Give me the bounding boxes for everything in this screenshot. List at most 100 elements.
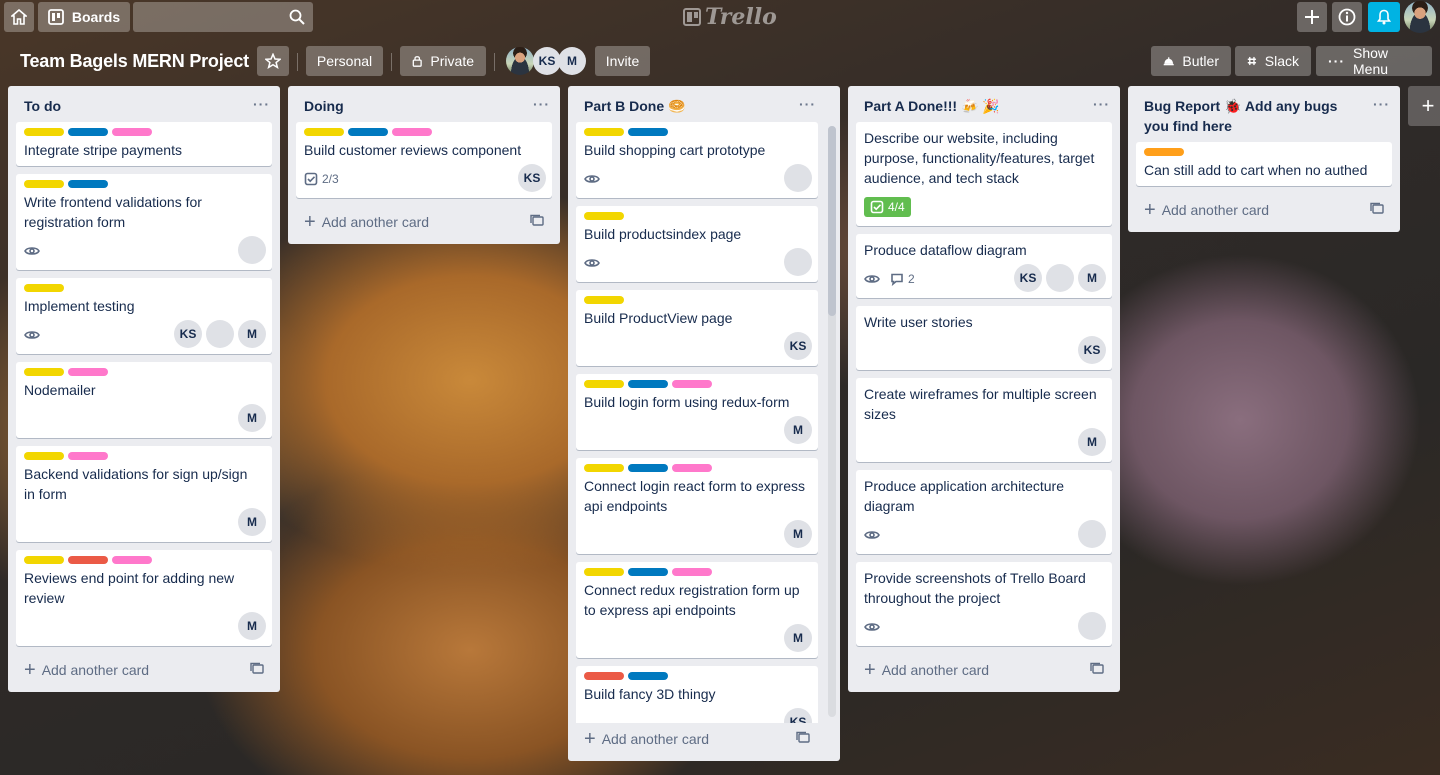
trello-logo[interactable]: Trello (683, 4, 777, 30)
label-red[interactable] (68, 556, 108, 564)
list-title[interactable]: Doing (304, 96, 352, 116)
add-card-link[interactable]: + Add another card (304, 212, 429, 232)
member-avatar-ks[interactable]: KS (784, 332, 812, 360)
member-avatar-photo[interactable] (506, 47, 534, 75)
list-scrollbar[interactable] (828, 126, 836, 717)
add-card-button[interactable]: + Add another card (288, 206, 560, 244)
label-pink[interactable] (68, 452, 108, 460)
list-scrollbar-thumb[interactable] (828, 126, 836, 316)
label-blue[interactable] (68, 128, 108, 136)
member-avatar-photo[interactable] (784, 248, 812, 276)
label-blue[interactable] (68, 180, 108, 188)
add-card-link[interactable]: + Add another card (24, 660, 149, 680)
list-menu-icon[interactable]: ··· (253, 96, 270, 112)
card[interactable]: Produce dataflow diagram 2 KS M (856, 234, 1112, 298)
label-blue[interactable] (348, 128, 388, 136)
label-blue[interactable] (628, 380, 668, 388)
boards-button[interactable]: Boards (38, 2, 130, 32)
board-title[interactable]: Team Bagels MERN Project (12, 46, 257, 76)
card[interactable]: Build shopping cart prototype (576, 122, 818, 198)
member-avatar-m[interactable]: M (1078, 428, 1106, 456)
member-avatar-m[interactable]: M (238, 320, 266, 348)
card[interactable]: Create wireframes for multiple screen si… (856, 378, 1112, 462)
card-template-icon[interactable] (796, 731, 810, 748)
card-template-icon[interactable] (250, 662, 264, 679)
list-header[interactable]: Part A Done!!! 🍻 🎉 ··· (848, 86, 1120, 122)
label-pink[interactable] (672, 568, 712, 576)
card[interactable]: Can still add to cart when no authed (1136, 142, 1392, 186)
member-avatar-photo[interactable] (206, 320, 234, 348)
label-pink[interactable] (112, 556, 152, 564)
card[interactable]: Build fancy 3D thingy KS (576, 666, 818, 723)
list-header[interactable]: Doing ··· (288, 86, 560, 122)
list-title[interactable]: Part B Done 🥯 (584, 96, 693, 116)
card[interactable]: Nodemailer M (16, 362, 272, 438)
list-header[interactable]: Part B Done 🥯 ··· (568, 86, 826, 122)
list-menu-icon[interactable]: ··· (533, 96, 550, 112)
member-avatar-m[interactable]: M (238, 508, 266, 536)
member-avatar-m[interactable]: M (238, 612, 266, 640)
list-title[interactable]: To do (24, 96, 69, 116)
card[interactable]: Build ProductView page KS (576, 290, 818, 366)
label-yellow[interactable] (24, 284, 64, 292)
label-pink[interactable] (112, 128, 152, 136)
member-avatar-m[interactable]: M (784, 520, 812, 548)
label-yellow[interactable] (24, 556, 64, 564)
label-blue[interactable] (628, 568, 668, 576)
label-pink[interactable] (392, 128, 432, 136)
label-blue[interactable] (628, 672, 668, 680)
create-button[interactable] (1297, 2, 1327, 32)
label-pink[interactable] (672, 464, 712, 472)
list-header[interactable]: Bug Report 🐞 Add any bugs you find here ·… (1128, 86, 1400, 142)
member-avatar-m[interactable]: M (784, 416, 812, 444)
card[interactable]: Build login form using redux-form M (576, 374, 818, 450)
member-avatar-m[interactable]: M (784, 624, 812, 652)
member-avatar-ks[interactable]: KS (518, 164, 546, 192)
card[interactable]: Provide screenshots of Trello Board thro… (856, 562, 1112, 646)
list-title[interactable]: Bug Report 🐞 Add any bugs you find here (1144, 96, 1373, 136)
user-avatar[interactable] (1404, 1, 1436, 33)
member-avatar-ks[interactable]: KS (784, 708, 812, 723)
label-pink[interactable] (672, 380, 712, 388)
label-orange[interactable] (1144, 148, 1184, 156)
card-template-icon[interactable] (530, 214, 544, 231)
label-yellow[interactable] (584, 568, 624, 576)
privacy-button[interactable]: Private (400, 46, 486, 76)
card[interactable]: Write frontend validations for registrat… (16, 174, 272, 270)
list-menu-icon[interactable]: ··· (799, 96, 816, 112)
card[interactable]: Integrate stripe payments (16, 122, 272, 166)
search-input[interactable] (133, 2, 313, 32)
member-avatar-ks[interactable]: KS (1014, 264, 1042, 292)
butler-button[interactable]: Butler (1151, 46, 1231, 76)
card[interactable]: Implement testing KS M (16, 278, 272, 354)
add-card-button[interactable]: + Add another card (568, 723, 826, 761)
show-menu-button[interactable]: ··· Show Menu (1316, 45, 1432, 77)
card[interactable]: Describe our website, including purpose,… (856, 122, 1112, 226)
add-card-button[interactable]: + Add another card (848, 654, 1120, 692)
info-button[interactable] (1332, 2, 1362, 32)
label-yellow[interactable] (304, 128, 344, 136)
list-header[interactable]: To do ··· (8, 86, 280, 122)
label-yellow[interactable] (24, 180, 64, 188)
team-visibility-button[interactable]: Personal (306, 46, 383, 76)
list-menu-icon[interactable]: ··· (1373, 96, 1390, 112)
member-avatar-ks[interactable]: KS (533, 47, 561, 75)
member-avatar-m[interactable]: M (558, 47, 586, 75)
card[interactable]: Build productsindex page (576, 206, 818, 282)
star-board-button[interactable] (257, 46, 289, 76)
label-blue[interactable] (628, 128, 668, 136)
member-avatar-ks[interactable]: KS (1078, 336, 1106, 364)
add-card-link[interactable]: + Add another card (864, 660, 989, 680)
add-list-button[interactable]: + (1408, 86, 1440, 126)
label-yellow[interactable] (584, 212, 624, 220)
member-avatar-photo[interactable] (238, 236, 266, 264)
invite-button[interactable]: Invite (595, 46, 650, 76)
card-template-icon[interactable] (1090, 662, 1104, 679)
add-card-link[interactable]: + Add another card (1144, 200, 1269, 220)
add-card-link[interactable]: + Add another card (584, 729, 709, 749)
label-yellow[interactable] (584, 128, 624, 136)
card[interactable]: Write user stories KS (856, 306, 1112, 370)
label-yellow[interactable] (584, 464, 624, 472)
card[interactable]: Connect login react form to express api … (576, 458, 818, 554)
card[interactable]: Connect redux registration form up to ex… (576, 562, 818, 658)
